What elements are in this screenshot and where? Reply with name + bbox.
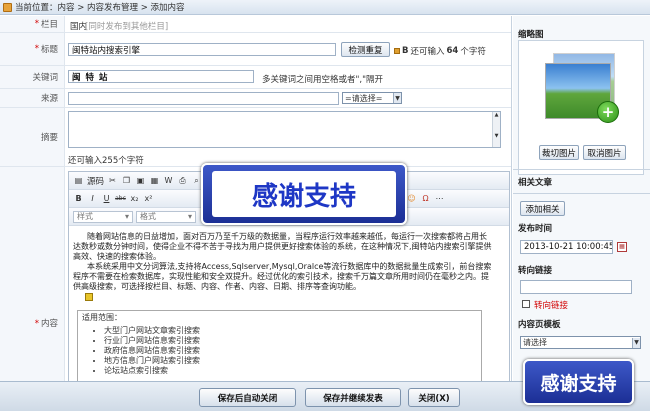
copy-icon[interactable]: ❐ <box>121 175 132 186</box>
style-select[interactable]: 样式 ▾ <box>73 210 133 223</box>
paste-word-icon[interactable]: W <box>163 175 174 186</box>
editor-content[interactable]: 随着网站信息的日益增加，面对百万乃至千万级的数据量，当程序运行效率越来越低，每运… <box>73 232 493 304</box>
cut-icon[interactable]: ✂ <box>107 175 118 186</box>
thumbnail-title: 缩略图 <box>518 30 544 40</box>
keywords-hint: 多关键词之间用空格或者","隔开 <box>262 75 384 85</box>
chevron-down-icon: ▼ <box>393 93 401 103</box>
source-select-value: =请选择= <box>345 93 383 103</box>
color-picker-icon[interactable] <box>394 48 400 54</box>
column-label: * 栏目 <box>0 16 65 32</box>
source-code-icon[interactable]: ▤ <box>73 175 84 186</box>
anchor-icon <box>85 293 93 301</box>
title-remaining: B 还可输入 64 个字符 <box>394 45 486 57</box>
bold-icon[interactable]: B <box>402 46 408 56</box>
redirect-link-input[interactable] <box>520 280 632 294</box>
list-item: 政府信息网站信息索引搜索 <box>104 346 477 356</box>
title-input[interactable]: 闽特站内搜索引擎 <box>68 43 336 56</box>
title-row: * 标题 闽特站内搜索引擎 检测重复 B 还可输入 64 个字符 <box>0 33 511 66</box>
add-related-button[interactable]: 添加相关 <box>520 201 565 216</box>
summary-label: 摘要 <box>0 108 65 166</box>
content-paragraph-1: 随着网站信息的日益增加，面对百万乃至千万级的数据量，当程序运行效率越来越低，每运… <box>73 232 492 261</box>
scope-list: 大型门户网站文章索引搜索 行业门户网站信息索引搜索 政府信息网站信息索引搜索 地… <box>104 326 477 376</box>
strikethrough-button[interactable]: abc <box>115 193 126 204</box>
page: 当前位置：内容 > 内容发布管理 > 添加内容 * 栏目 国内 [同时发布到其他栏… <box>0 0 650 411</box>
related-articles-title: 相关文章 <box>518 178 553 188</box>
bold-button[interactable]: B <box>73 193 84 204</box>
publish-time-title: 发布时间 <box>518 224 553 234</box>
title-remaining-count: 64 <box>446 46 459 56</box>
keywords-label: 关键词 <box>0 66 65 88</box>
page-break-icon[interactable]: ⋯ <box>434 193 445 204</box>
smiley-icon[interactable]: ☺ <box>406 193 417 204</box>
watermark-center: 感谢支持 <box>201 163 407 225</box>
cancel-image-button[interactable]: 取消图片 <box>583 145 626 160</box>
list-item: 行业门户网站信息索引搜索 <box>104 336 477 346</box>
source-code-button[interactable]: 源码 <box>87 175 104 187</box>
watermark-center-text: 感谢支持 <box>212 171 396 217</box>
underline-button[interactable]: U <box>101 193 112 204</box>
summary-remaining: 还可输入255个字符 <box>68 156 144 166</box>
watermark-corner-text: 感谢支持 <box>540 372 617 395</box>
add-image-icon[interactable]: + <box>597 101 619 123</box>
publish-time-input[interactable]: 2013-10-21 10:00:45 <box>520 240 613 254</box>
publish-other-columns-link[interactable]: [同时发布到其他栏目] <box>85 20 168 32</box>
superscript-button[interactable]: x² <box>143 193 154 204</box>
redirect-checkbox[interactable] <box>522 300 530 308</box>
column-row: * 栏目 国内 [同时发布到其他栏目] <box>0 16 511 33</box>
save-continue-button[interactable]: 保存并继续发表 <box>305 388 401 407</box>
chevron-down-icon: ▼ <box>632 337 640 348</box>
template-title: 内容页模板 <box>518 320 561 330</box>
close-button[interactable]: 关闭(X) <box>408 388 460 407</box>
redirect-link-title: 转向链接 <box>518 266 553 276</box>
calendar-icon[interactable]: ▦ <box>617 242 627 252</box>
italic-button[interactable]: I <box>87 193 98 204</box>
breadcrumb: 当前位置：内容 > 内容发布管理 > 添加内容 <box>0 0 650 15</box>
list-item: 论坛站点索引搜索 <box>104 366 477 376</box>
thumbnail-panel: + 裁切图片 取消图片 <box>518 40 644 175</box>
summary-remaining-count: 255 <box>102 156 119 166</box>
list-item: 地方信息门户网站索引搜索 <box>104 356 477 366</box>
format-select[interactable]: 格式 ▾ <box>136 210 196 223</box>
content-paragraph-2: 本系统采用中文分词算法,支持将Access,Sqlserver,Mysql,Or… <box>73 262 492 291</box>
title-label: * 标题 <box>0 33 65 65</box>
summary-scrollbar[interactable]: ▲ ▼ <box>492 112 500 147</box>
subscript-button[interactable]: x₂ <box>129 193 140 204</box>
source-label: 来源 <box>0 89 65 107</box>
source-select[interactable]: =请选择= ▼ <box>342 92 402 104</box>
summary-textarea[interactable]: ▲ ▼ <box>68 111 501 148</box>
breadcrumb-text: 当前位置：内容 > 内容发布管理 > 添加内容 <box>15 3 185 13</box>
save-close-button[interactable]: 保存后自动关闭 <box>199 388 296 407</box>
paste-icon[interactable]: ▣ <box>135 175 146 186</box>
list-item: 大型门户网站文章索引搜索 <box>104 326 477 336</box>
scope-title: 适用范围： <box>82 313 122 322</box>
check-duplicate-button[interactable]: 检测重复 <box>341 42 390 57</box>
crop-image-button[interactable]: 裁切图片 <box>539 145 579 160</box>
summary-row: 摘要 ▲ ▼ 还可输入255个字符 <box>0 108 511 167</box>
paste-text-icon[interactable]: ▦ <box>149 175 160 186</box>
scope-table: 适用范围： 大型门户网站文章索引搜索 行业门户网站信息索引搜索 政府信息网站信息… <box>77 310 482 381</box>
watermark-corner: 感谢支持 <box>523 359 634 405</box>
keywords-input[interactable]: 闽 特 站 <box>68 70 254 83</box>
sidebar: 缩略图 + 裁切图片 取消图片 相关文章 添加相关 发布时间 2013-10-2… <box>513 16 650 381</box>
source-row: 来源 =请选择= ▼ <box>0 89 511 108</box>
keywords-row: 关键词 闽 特 站 多关键词之间用空格或者","隔开 <box>0 66 511 89</box>
source-input[interactable] <box>68 92 339 105</box>
template-select[interactable]: 请选择 ▼ <box>520 336 641 349</box>
special-char-icon[interactable]: Ω <box>420 193 431 204</box>
content-label: * 内容 <box>0 167 65 381</box>
template-select-value: 请选择 <box>523 338 547 347</box>
redirect-checkbox-label: 转向链接 <box>534 301 569 311</box>
print-icon[interactable]: ⎙ <box>177 175 188 186</box>
home-icon <box>3 2 12 12</box>
